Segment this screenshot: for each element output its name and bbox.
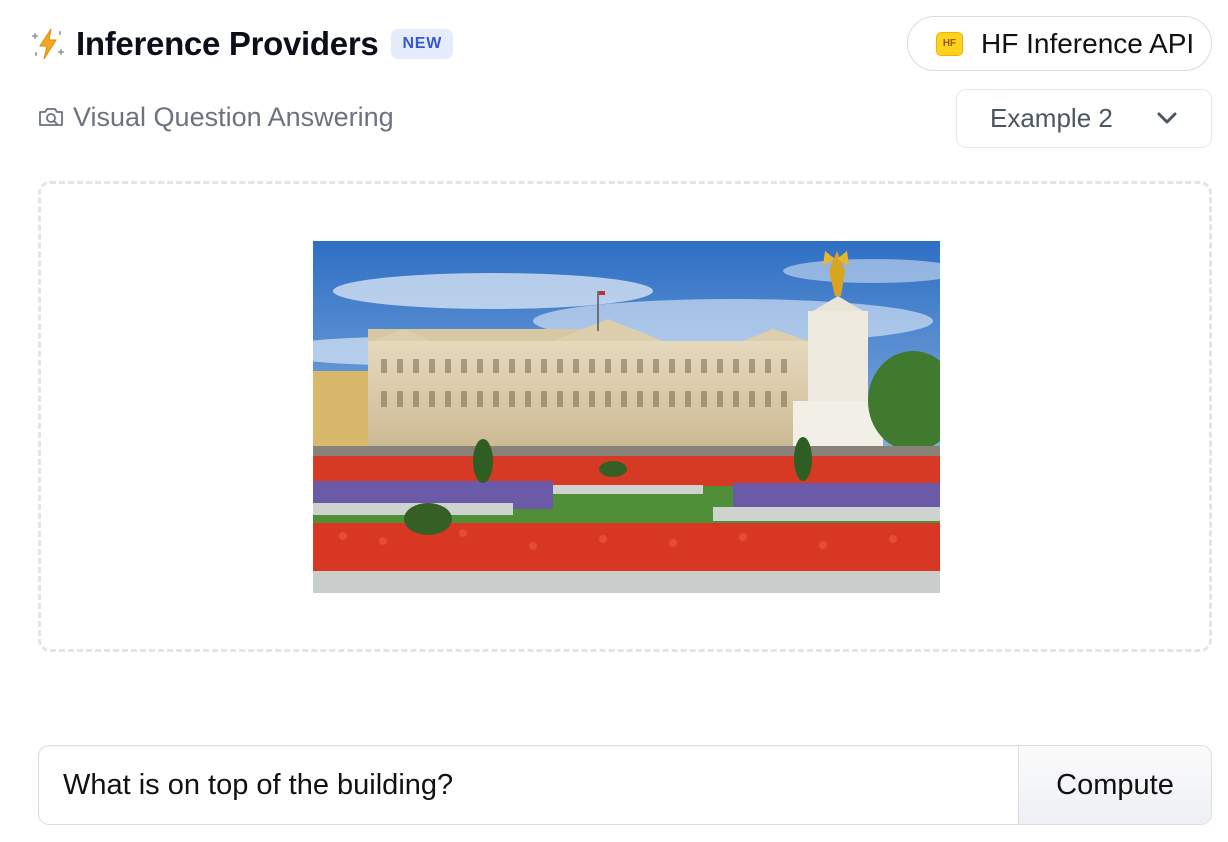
provider-label: HF Inference API <box>981 27 1195 59</box>
task-type: Visual Question Answering <box>38 100 394 134</box>
question-form: Compute <box>38 745 1212 825</box>
new-badge: NEW <box>391 29 454 59</box>
widget-header: Inference Providers NEW <box>30 22 454 66</box>
image-dropzone[interactable] <box>38 181 1212 652</box>
example-select[interactable]: Example 2 <box>956 89 1212 148</box>
lightning-sparkle-icon <box>32 28 64 60</box>
widget-title: Inference Providers <box>76 25 379 62</box>
task-label: Visual Question Answering <box>73 101 394 132</box>
compute-button[interactable]: Compute <box>1018 746 1211 824</box>
chevron-down-icon <box>1157 112 1177 124</box>
provider-select-button[interactable]: HF HF Inference API <box>907 16 1212 71</box>
uploaded-image <box>313 241 940 593</box>
camera-icon <box>39 108 63 126</box>
question-input[interactable] <box>39 746 1018 824</box>
example-select-value: Example 2 <box>990 103 1113 133</box>
huggingface-logo-icon: HF <box>936 31 963 56</box>
